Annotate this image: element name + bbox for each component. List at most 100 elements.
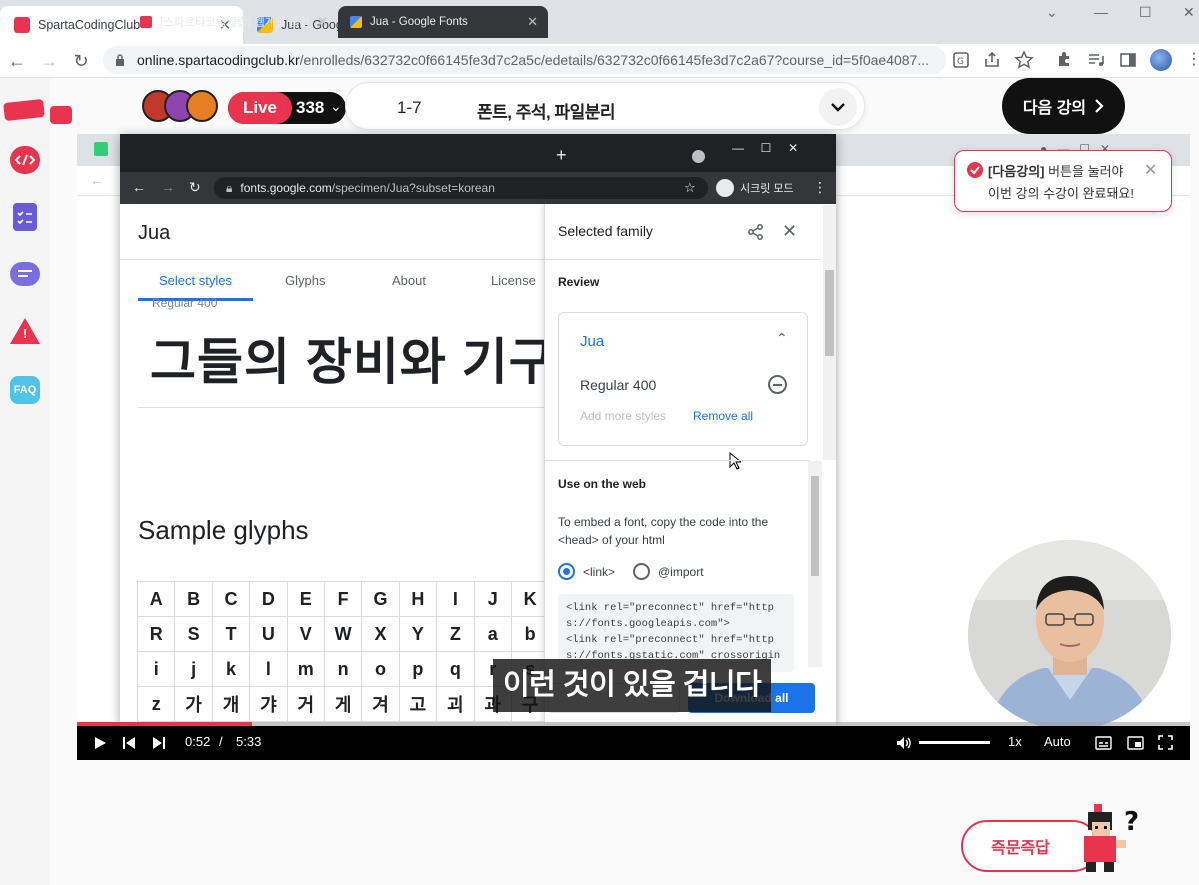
glyph-cell: 고 xyxy=(399,687,438,722)
recorded-tab-google-fonts: Jua - Google Fonts ✕ xyxy=(338,6,548,38)
glyph-cell: E xyxy=(287,582,325,617)
sparta-favicon-icon xyxy=(14,17,30,33)
completion-toast xyxy=(954,150,1172,212)
media-control-icon[interactable] xyxy=(1086,50,1106,70)
left-rail xyxy=(0,78,50,885)
glyph-cell: W xyxy=(324,617,363,652)
recorded-reload-icon: ↻ xyxy=(189,179,201,195)
minimize-icon[interactable]: — xyxy=(1094,4,1108,20)
radio-import: @import xyxy=(633,563,704,580)
volume-slider[interactable] xyxy=(919,741,990,744)
instant-qa-label: 즉문즉답 xyxy=(991,840,1050,857)
glyph-cell: Z xyxy=(437,617,475,652)
glyph-cell: 겨 xyxy=(362,687,400,722)
exclamation-mark: ! xyxy=(23,326,28,341)
recorded-url-host: fonts.google.com xyxy=(240,181,332,195)
incognito-label: 시크릿 모드 xyxy=(740,183,794,195)
url-host: online.spartacodingclub.kr xyxy=(137,52,300,68)
share-icon xyxy=(748,224,763,240)
recorded-star-icon: ☆ xyxy=(684,180,696,195)
playback-speed[interactable]: 1x xyxy=(1008,734,1022,749)
lock-icon: 🔒︎ xyxy=(226,180,233,195)
recorded-tab-sparta: [스파르타코딩클럽] 웹개발 종합 ✕ xyxy=(128,6,338,38)
previous-icon[interactable] xyxy=(122,736,136,750)
recorded-back-icon: ← xyxy=(132,179,146,195)
recorded-window-controls: — ☐ ✕ xyxy=(732,141,799,155)
sf-embed-text: To embed a font, copy the code into the … xyxy=(558,515,769,547)
sparta-favicon-icon xyxy=(140,16,152,28)
gf-tab-about: About xyxy=(392,273,426,288)
glyph-cell: a xyxy=(474,617,512,652)
divider xyxy=(138,407,544,408)
glyph-cell: q xyxy=(437,652,475,687)
next-lesson-button[interactable]: 다음 강의 xyxy=(1002,78,1125,134)
gf-font-name: Jua xyxy=(138,222,171,244)
toast-line1: [다음강의] 버튼을 눌러야 xyxy=(988,161,1123,180)
radio-import-label: @import xyxy=(658,564,704,579)
maximize-icon[interactable]: ☐ xyxy=(1139,4,1152,21)
glyph-cell: m xyxy=(287,652,325,687)
recorded-favicon-icon xyxy=(94,142,108,156)
reload-icon[interactable]: ↻ xyxy=(70,50,92,72)
address-bar[interactable]: online.spartacodingclub.kr /enrolleds/63… xyxy=(103,46,946,74)
side-panel-icon[interactable] xyxy=(1118,50,1138,70)
scrollbar-thumb xyxy=(811,476,819,576)
glyph-cell: B xyxy=(175,582,213,617)
glyph-cell: 가 xyxy=(175,687,213,722)
sf-title: Selected family xyxy=(558,223,653,239)
radio-unchecked-icon xyxy=(633,563,650,580)
back-icon[interactable]: ← xyxy=(6,50,28,72)
chat-icon[interactable] xyxy=(10,262,40,286)
chevron-down-icon: ⌄ xyxy=(330,98,342,114)
divider xyxy=(120,259,544,260)
instructor-webcam xyxy=(968,540,1171,730)
glyph-cell: J xyxy=(474,582,512,617)
share-icon[interactable] xyxy=(982,50,1002,70)
quality-setting[interactable]: Auto xyxy=(1044,734,1071,749)
glyph-cell: 개 xyxy=(212,687,251,722)
chevron-right-icon xyxy=(1095,99,1104,113)
close-tab-icon: ✕ xyxy=(317,14,328,29)
close-window-icon[interactable]: ✕ xyxy=(1183,4,1195,21)
forward-icon[interactable]: → xyxy=(38,50,60,72)
spartan-mascot-icon[interactable]: ? xyxy=(1072,800,1152,872)
fullscreen-icon[interactable] xyxy=(1158,735,1173,750)
checklist-icon[interactable] xyxy=(13,203,37,231)
browser-menu-icon[interactable]: ⋮ xyxy=(1186,49,1199,69)
recorded-address-bar: 🔒︎ fonts.google.com /specimen/Jua?subset… xyxy=(214,177,708,199)
recorded-new-tab-icon: + xyxy=(556,145,567,165)
lesson-title: 폰트, 주석, 파일분리 xyxy=(477,103,616,122)
sparta-logo-secondary xyxy=(50,106,72,124)
remove-style-icon xyxy=(768,375,787,394)
close-tab-icon: ✕ xyxy=(527,14,538,29)
close-icon: ✕ xyxy=(782,221,798,241)
lesson-dropdown-button[interactable] xyxy=(819,88,857,126)
faq-icon[interactable]: FAQ xyxy=(10,376,40,404)
extensions-icon[interactable] xyxy=(1054,50,1074,70)
play-icon[interactable] xyxy=(93,736,107,750)
sf-review-heading: Review xyxy=(558,275,600,289)
recorded-tab-strip xyxy=(120,134,836,172)
gf-glyphs-title: Sample glyphs xyxy=(138,515,309,545)
live-viewer-count: 338 xyxy=(296,98,325,117)
radio-link-label: <link> xyxy=(583,564,616,579)
recorded-tab-title: Jua - Google Fonts xyxy=(370,16,468,28)
close-toast-icon[interactable]: ✕ xyxy=(1144,160,1157,180)
profile-avatar[interactable] xyxy=(1150,49,1172,71)
duration: 5:33 xyxy=(236,734,262,749)
glyph-cell: R xyxy=(138,617,176,652)
next-icon[interactable] xyxy=(152,736,166,750)
faq-label: FAQ xyxy=(13,384,37,396)
glyph-cell: z xyxy=(138,687,176,722)
glyph-cell: i xyxy=(138,652,176,687)
bookmark-star-icon[interactable] xyxy=(1014,50,1034,70)
volume-icon[interactable] xyxy=(896,735,912,751)
code-icon[interactable] xyxy=(10,146,40,174)
tab-search-icon[interactable]: ⌄ xyxy=(1046,4,1058,21)
picture-in-picture-icon[interactable] xyxy=(1127,736,1144,750)
glyph-cell: 거 xyxy=(287,687,325,722)
sf-remove-all: Remove all xyxy=(693,409,754,423)
captions-icon[interactable] xyxy=(1095,736,1112,750)
translate-icon[interactable]: G xyxy=(951,50,971,70)
current-time: 0:52 xyxy=(185,734,211,749)
